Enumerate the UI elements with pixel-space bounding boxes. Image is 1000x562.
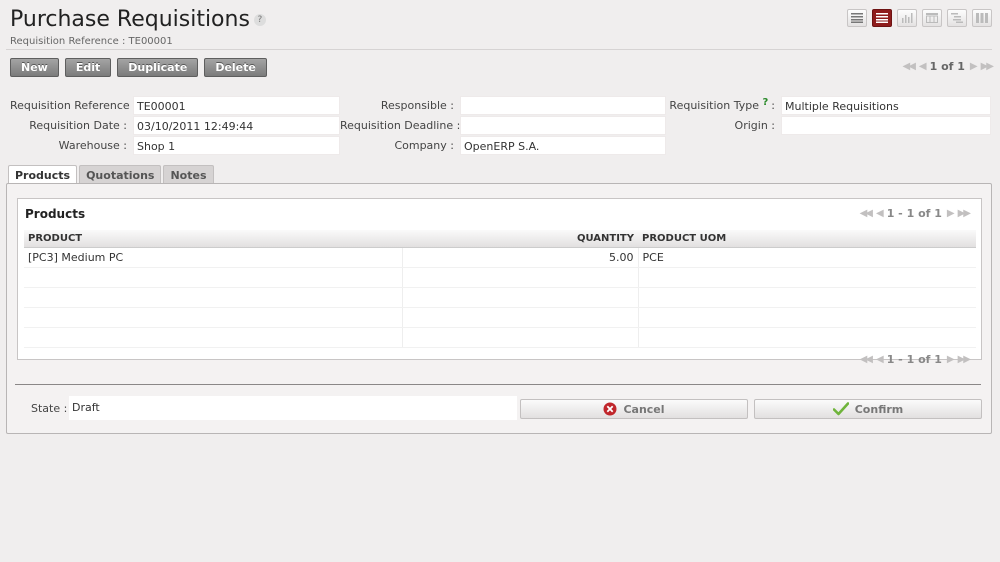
help-icon[interactable]: ? <box>762 97 768 108</box>
responsible-field[interactable] <box>460 96 666 115</box>
requisition-type-label: Requisition Type <box>669 99 759 112</box>
products-pager-top: ◀◀ ◀ 1 - 1 of 1 ▶ ▶▶ <box>860 207 971 220</box>
empty-table-row <box>24 307 976 328</box>
requisition-date-row: Requisition Date : 03/10/2011 12:49:44 <box>10 116 340 135</box>
list-view-icon <box>851 13 863 23</box>
next-page-icon[interactable]: ▶ <box>970 61 978 72</box>
cancel-button-label: Cancel <box>623 402 665 416</box>
product-cell: [PC3] Medium PC <box>24 247 403 268</box>
responsible-label: Responsible : <box>380 99 454 112</box>
delete-button[interactable]: Delete <box>204 58 267 77</box>
requisition-type-label-group: Requisition Type ?: <box>666 97 781 112</box>
products-pager-bottom: ◀◀ ◀ 1 - 1 of 1 ▶ ▶▶ <box>860 353 971 366</box>
products-pager-text: 1 - 1 of 1 <box>886 207 942 220</box>
company-label: Company : <box>394 139 454 152</box>
form-view-icon <box>876 13 888 23</box>
section-divider <box>15 384 981 385</box>
table-header-row: PRODUCT QUANTITY PRODUCT UOM <box>24 230 976 248</box>
company-field[interactable]: OpenERP S.A. <box>460 136 666 155</box>
cancel-icon <box>603 402 617 416</box>
tab-products[interactable]: Products <box>8 165 78 185</box>
graph-view-icon <box>902 13 913 23</box>
warehouse-label: Warehouse : <box>58 139 127 152</box>
page-title-text: Purchase Requisitions <box>10 7 250 32</box>
new-button[interactable]: New <box>10 58 59 77</box>
checkmark-icon <box>832 402 849 416</box>
form-view-button[interactable] <box>872 9 892 27</box>
next-page-icon[interactable]: ▶ <box>947 354 955 365</box>
previous-page-icon[interactable]: ◀ <box>876 354 884 365</box>
last-page-icon[interactable]: ▶▶ <box>981 61 994 72</box>
toolbar: New Edit Duplicate Delete <box>10 58 267 77</box>
requisition-reference-row: Requisition Reference : TE00001 <box>10 96 340 115</box>
help-icon[interactable]: ? <box>253 14 266 26</box>
header-divider <box>6 49 992 50</box>
requisition-deadline-row: Requisition Deadline : <box>340 116 666 135</box>
cancel-button[interactable]: Cancel <box>520 399 748 419</box>
empty-table-row <box>24 287 976 308</box>
confirm-button[interactable]: Confirm <box>754 399 982 419</box>
origin-label: Origin : <box>734 119 775 132</box>
previous-page-icon[interactable]: ◀ <box>876 208 884 219</box>
duplicate-button[interactable]: Duplicate <box>117 58 199 77</box>
confirm-button-label: Confirm <box>854 402 904 416</box>
column-header-product[interactable]: PRODUCT <box>24 230 402 248</box>
pager-text: 1 of 1 <box>929 60 965 73</box>
requisition-reference-field[interactable]: TE00001 <box>133 96 340 115</box>
gantt-view-icon <box>951 13 963 23</box>
table-row[interactable]: [PC3] Medium PC 5.00 PCE <box>24 247 976 268</box>
tab-notes[interactable]: Notes <box>163 165 214 184</box>
quantity-cell: 5.00 <box>402 247 639 268</box>
origin-field[interactable] <box>781 116 991 135</box>
next-page-icon[interactable]: ▶ <box>947 208 955 219</box>
list-view-button[interactable] <box>847 9 867 27</box>
record-pager: ◀◀ ◀ 1 of 1 ▶ ▶▶ <box>903 60 995 73</box>
first-page-icon[interactable]: ◀◀ <box>860 354 873 365</box>
kanban-view-icon <box>976 13 988 23</box>
requisition-date-field[interactable]: 03/10/2011 12:49:44 <box>133 116 340 135</box>
page-title: Purchase Requisitions? <box>10 7 266 32</box>
state-label: State : <box>31 402 68 415</box>
requisition-date-label: Requisition Date : <box>29 119 127 132</box>
warehouse-field[interactable]: Shop 1 <box>133 136 340 155</box>
requisition-type-colon: : <box>771 99 775 112</box>
breadcrumb: Requisition Reference : TE00001 <box>10 36 173 47</box>
products-pager-text: 1 - 1 of 1 <box>886 353 942 366</box>
requisition-reference-label: Requisition Reference : <box>10 99 137 112</box>
responsible-row: Responsible : <box>340 96 666 115</box>
column-header-quantity[interactable]: QUANTITY <box>402 230 638 248</box>
last-page-icon[interactable]: ▶▶ <box>958 208 971 219</box>
product-uom-cell: PCE <box>638 247 976 268</box>
requisition-type-field[interactable]: Multiple Requisitions <box>781 96 991 115</box>
empty-table-row <box>24 327 976 348</box>
requisition-deadline-label: Requisition Deadline : <box>340 119 461 132</box>
products-table: PRODUCT QUANTITY PRODUCT UOM [PC3] Mediu… <box>24 230 976 348</box>
first-page-icon[interactable]: ◀◀ <box>860 208 873 219</box>
kanban-view-button[interactable] <box>972 9 992 27</box>
view-switcher <box>847 9 992 27</box>
previous-page-icon[interactable]: ◀ <box>919 61 927 72</box>
requisition-type-row: Requisition Type ?: Multiple Requisition… <box>666 96 991 115</box>
column-header-product-uom[interactable]: PRODUCT UOM <box>638 230 976 248</box>
calendar-view-button[interactable] <box>922 9 942 27</box>
calendar-view-icon <box>926 13 938 23</box>
origin-row: Origin : <box>666 116 991 135</box>
requisition-deadline-field[interactable] <box>460 116 666 135</box>
graph-view-button[interactable] <box>897 9 917 27</box>
products-tab-panel: Products ◀◀ ◀ 1 - 1 of 1 ▶ ▶▶ PRODUCT QU… <box>6 183 992 434</box>
warehouse-row: Warehouse : Shop 1 <box>10 136 340 155</box>
state-field: Draft <box>69 396 517 420</box>
products-grid: Products ◀◀ ◀ 1 - 1 of 1 ▶ ▶▶ PRODUCT QU… <box>17 198 982 366</box>
products-grid-title: Products <box>25 207 86 221</box>
empty-table-row <box>24 267 976 288</box>
notebook-tabs: Products Quotations Notes <box>8 165 214 185</box>
first-page-icon[interactable]: ◀◀ <box>903 61 916 72</box>
tab-quotations[interactable]: Quotations <box>79 165 162 184</box>
edit-button[interactable]: Edit <box>64 58 112 77</box>
last-page-icon[interactable]: ▶▶ <box>958 354 971 365</box>
company-row: Company : OpenERP S.A. <box>340 136 666 155</box>
gantt-view-button[interactable] <box>947 9 967 27</box>
